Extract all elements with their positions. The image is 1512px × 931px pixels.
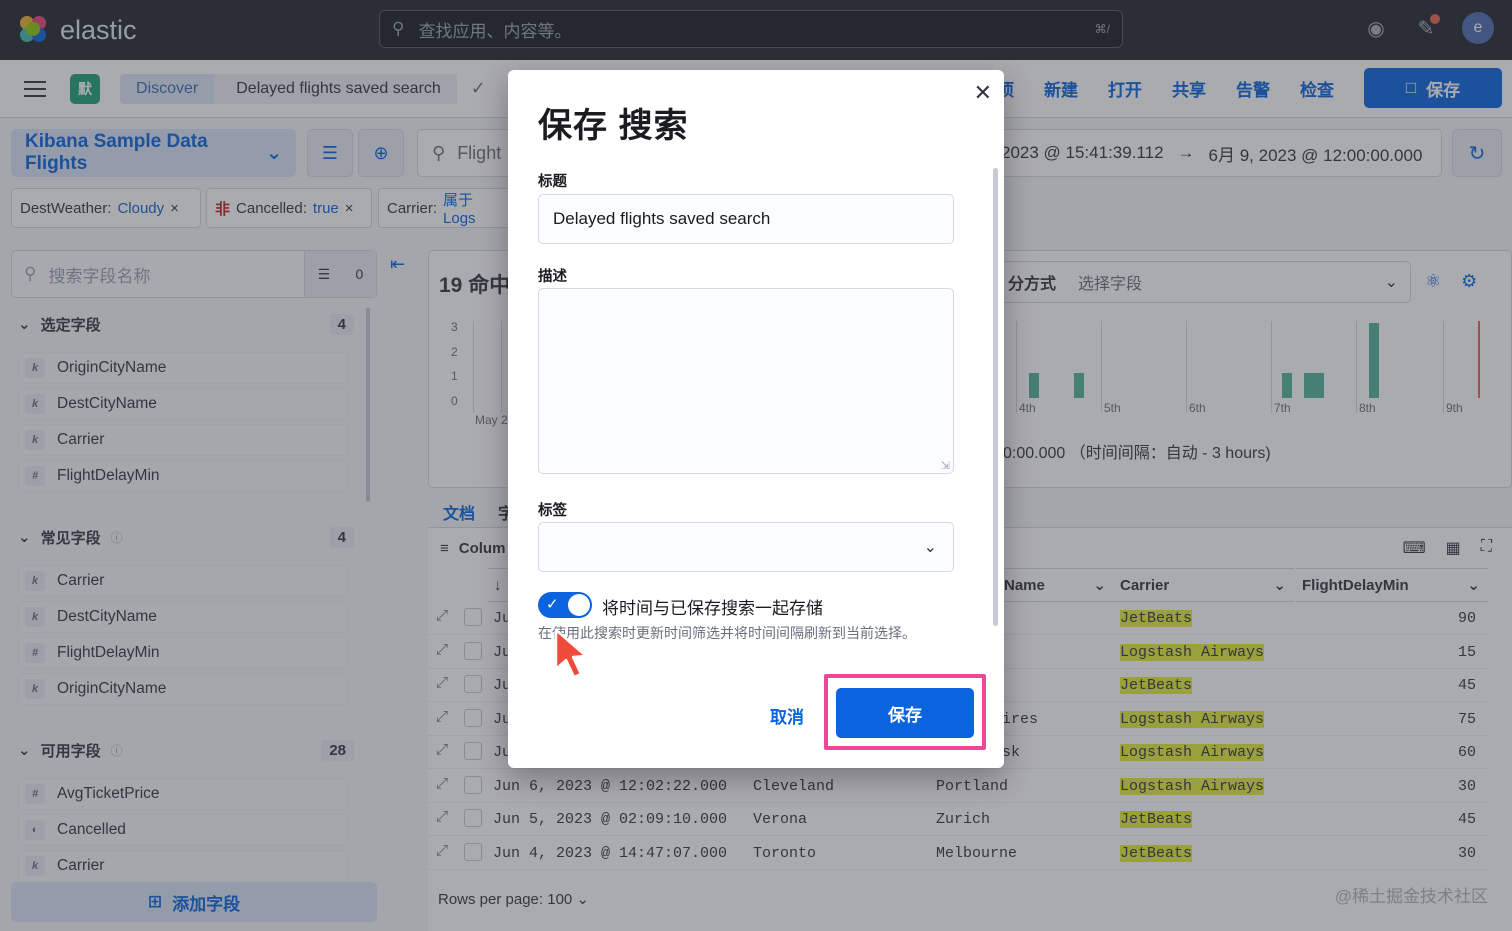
title-input[interactable]: Delayed flights saved search [538,194,954,244]
tags-label: 标签 [538,503,567,519]
description-textarea[interactable]: ⇲ [538,288,954,474]
save-button[interactable]: 保存 [836,688,974,738]
store-time-label: 将时间与已保存搜索一起存储 [602,599,823,618]
resize-handle-icon[interactable]: ⇲ [941,459,950,472]
description-label: 描述 [538,269,567,285]
close-icon[interactable]: ✕ [974,80,992,106]
modal-title: 保存 搜索 [538,107,689,145]
toggle-knob [568,594,590,616]
store-time-toggle[interactable]: ✓ [538,592,592,618]
tags-select[interactable]: ⌄ [538,522,954,572]
title-input-value: Delayed flights saved search [553,209,771,228]
chevron-down-icon: ⌄ [923,539,937,556]
title-label: 标题 [538,174,567,190]
cancel-button[interactable]: 取消 [770,703,804,728]
cursor-arrow-icon [554,628,588,679]
modal-scrollbar[interactable] [993,168,998,626]
check-icon: ✓ [546,596,559,613]
